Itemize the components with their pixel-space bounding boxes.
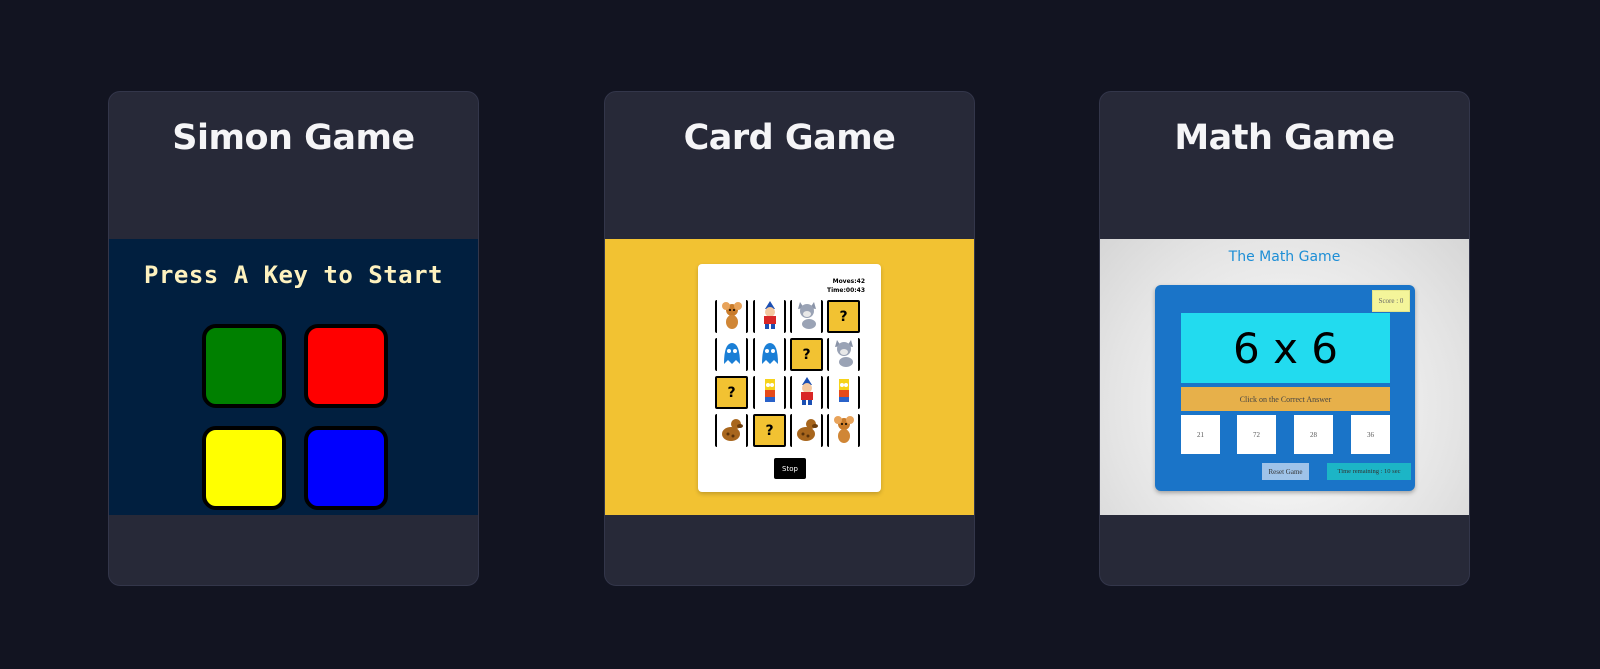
ghost-character-icon xyxy=(718,338,746,371)
card-tile-noddy[interactable] xyxy=(790,376,823,409)
card-tile-bart[interactable] xyxy=(753,376,786,409)
simon-yellow-button[interactable] xyxy=(202,426,286,510)
card-tile-tom[interactable] xyxy=(827,338,860,371)
card-tile-question-mark: ? xyxy=(765,422,774,439)
card-tile-hidden[interactable]: ? xyxy=(827,300,860,333)
card-tile-tom[interactable] xyxy=(790,300,823,333)
simon-preview: Press A Key to Start xyxy=(109,239,478,515)
answer-choice[interactable]: 72 xyxy=(1237,415,1276,454)
card-tile-hidden[interactable]: ? xyxy=(753,414,786,447)
simon-game-card[interactable]: Simon Game Press A Key to Start xyxy=(108,91,479,586)
question-display: 6 x 6 xyxy=(1181,313,1390,383)
math-game-card-title: Math Game xyxy=(1174,118,1395,158)
bart-character-icon xyxy=(756,376,784,409)
simon-card-title: Simon Game xyxy=(172,118,415,158)
ghost-character-icon xyxy=(756,338,784,371)
noddy-character-icon xyxy=(793,376,821,409)
scooby-character-icon xyxy=(718,414,746,447)
card-tile-question-mark: ? xyxy=(802,346,811,363)
reset-game-button[interactable]: Reset Game xyxy=(1262,463,1309,480)
simon-green-button[interactable] xyxy=(202,324,286,408)
math-game-preview: The Math Game Score : 0 6 x 6 Click on t… xyxy=(1100,239,1469,515)
math-game-card[interactable]: Math Game The Math Game Score : 0 6 x 6 … xyxy=(1099,91,1470,586)
jerry-character-icon xyxy=(718,300,746,333)
answer-choice[interactable]: 21 xyxy=(1181,415,1220,454)
card-tile-hidden[interactable]: ? xyxy=(790,338,823,371)
simon-blue-button[interactable] xyxy=(304,426,388,510)
card-tile-jerry[interactable] xyxy=(715,300,748,333)
card-game-panel: Moves:42 Time:00:43 ???? Stop xyxy=(698,264,881,492)
jerry-character-icon xyxy=(830,414,858,447)
card-tile-noddy[interactable] xyxy=(753,300,786,333)
moves-counter: Moves:42 xyxy=(832,278,865,285)
stop-button[interactable]: Stop xyxy=(774,458,806,479)
math-game-board: Score : 0 6 x 6 Click on the Correct Ans… xyxy=(1155,285,1415,491)
card-tile-hidden[interactable]: ? xyxy=(715,376,748,409)
instruction-banner: Click on the Correct Answer xyxy=(1181,387,1390,411)
math-game-heading: The Math Game xyxy=(1228,249,1341,265)
card-tile-scooby[interactable] xyxy=(790,414,823,447)
card-tile-ghost[interactable] xyxy=(715,338,748,371)
bart-character-icon xyxy=(830,376,858,409)
card-tile-question-mark: ? xyxy=(839,308,848,325)
timer-display: Time:00:43 xyxy=(827,287,865,294)
scooby-character-icon xyxy=(793,414,821,447)
tom-character-icon xyxy=(830,338,858,371)
card-tile-jerry[interactable] xyxy=(827,414,860,447)
card-tile-scooby[interactable] xyxy=(715,414,748,447)
answer-choice[interactable]: 28 xyxy=(1294,415,1333,454)
score-display: Score : 0 xyxy=(1372,290,1410,312)
simon-prompt: Press A Key to Start xyxy=(144,261,443,289)
time-remaining: Time remaining : 10 sec xyxy=(1327,463,1411,480)
tom-character-icon xyxy=(793,300,821,333)
noddy-character-icon xyxy=(756,300,784,333)
card-tile-ghost[interactable] xyxy=(753,338,786,371)
card-tile-bart[interactable] xyxy=(827,376,860,409)
card-tile-question-mark: ? xyxy=(727,384,736,401)
card-game-card-title: Card Game xyxy=(683,118,896,158)
card-game-preview: Moves:42 Time:00:43 ???? Stop xyxy=(605,239,974,515)
answer-choice[interactable]: 36 xyxy=(1351,415,1390,454)
card-game-card[interactable]: Card Game Moves:42 Time:00:43 ???? Stop xyxy=(604,91,975,586)
simon-red-button[interactable] xyxy=(304,324,388,408)
